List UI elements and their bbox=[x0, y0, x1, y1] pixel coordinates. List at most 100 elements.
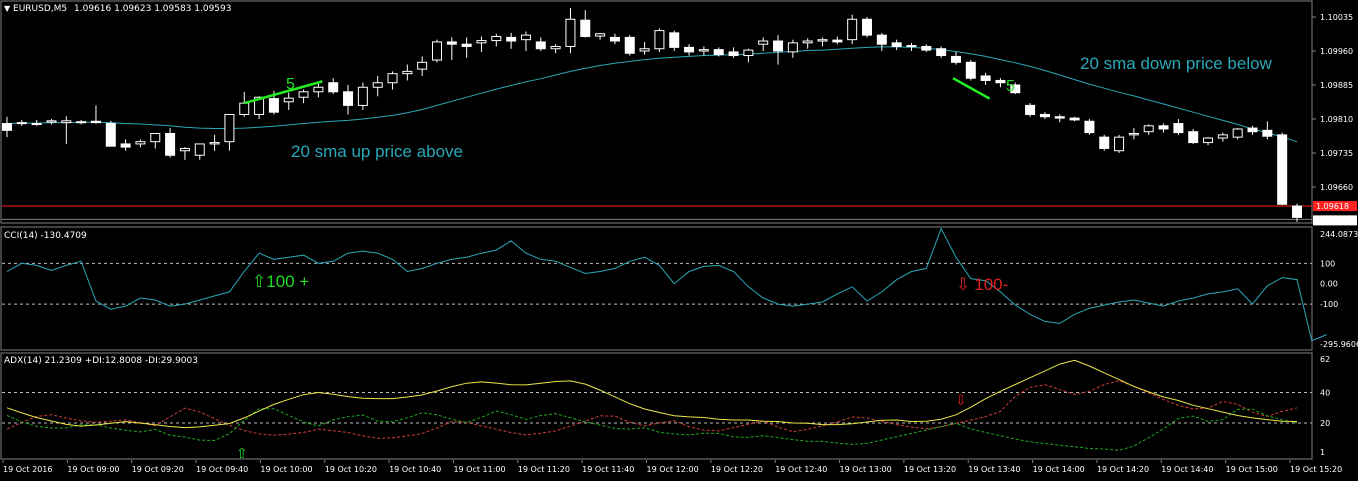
candle-body bbox=[1203, 137, 1214, 144]
candle-body bbox=[491, 35, 502, 42]
candle-body bbox=[313, 86, 324, 93]
time-tick-label: 19 Oct 13:40 bbox=[968, 465, 1020, 474]
adx-tick-label: 62 bbox=[1320, 355, 1330, 364]
candle-body bbox=[283, 97, 294, 103]
candle-body bbox=[1247, 127, 1258, 133]
cci-tick-label: -295.9606 bbox=[1320, 340, 1358, 349]
candle-body bbox=[343, 91, 354, 106]
time-tick-label: 19 Oct 11:40 bbox=[582, 465, 634, 474]
cci-up-annotation: ⇧100 + bbox=[252, 272, 309, 292]
candle-body bbox=[936, 48, 947, 57]
candle-body bbox=[46, 120, 57, 123]
candle-body bbox=[298, 91, 309, 98]
adx-line bbox=[6, 359, 1298, 429]
candle-body bbox=[357, 86, 368, 106]
candle-body bbox=[1232, 128, 1243, 138]
cci-title: CCI(14) -130.4709 bbox=[4, 231, 87, 241]
candle-body bbox=[1025, 104, 1036, 115]
candle-body bbox=[535, 41, 546, 50]
candle-body bbox=[995, 79, 1006, 84]
price-tick-label: 1.09960 bbox=[1320, 47, 1353, 56]
candle-body bbox=[31, 123, 42, 126]
time-tick-label: 19 Oct 13:00 bbox=[840, 465, 892, 474]
adx-tick-label: 40 bbox=[1320, 389, 1330, 398]
candle-body bbox=[476, 40, 487, 44]
candle-body bbox=[743, 49, 754, 57]
time-tick-label: 19 Oct 12:00 bbox=[647, 465, 699, 474]
outline-up-arrow-icon: ⇧ bbox=[252, 272, 267, 291]
candle-body bbox=[1277, 134, 1288, 205]
candle-body bbox=[847, 18, 858, 41]
candle-body bbox=[239, 102, 250, 115]
candle-body bbox=[402, 70, 413, 75]
time-tick-label: 19 Oct 15:00 bbox=[1226, 465, 1278, 474]
bid-price-label: 1.09618 bbox=[1316, 202, 1349, 211]
time-tick-label: 19 Oct 10:20 bbox=[325, 465, 377, 474]
menu-arrow-icon[interactable]: ▼ bbox=[4, 4, 10, 13]
candle-body bbox=[906, 45, 917, 48]
candle-body bbox=[876, 34, 887, 45]
candle-body bbox=[1039, 113, 1050, 118]
ohlc-values: 1.09616 1.09623 1.09583 1.09593 bbox=[74, 4, 232, 14]
candle-body bbox=[1084, 120, 1095, 134]
time-tick-label: 19 Oct 14:20 bbox=[1097, 465, 1149, 474]
candle-body bbox=[209, 142, 220, 145]
cci-down-text: 100- bbox=[974, 275, 1009, 294]
candle-body bbox=[328, 82, 339, 93]
cci-tick-label: -100 bbox=[1320, 300, 1338, 309]
last-price-label: 1.09593 bbox=[1316, 216, 1349, 225]
plus-di-line bbox=[6, 408, 1298, 451]
time-tick-label: 19 Oct 10:00 bbox=[260, 465, 312, 474]
sma-down-annotation: 20 sma down price below bbox=[1080, 54, 1272, 73]
symbol-header[interactable]: ▼ EURUSD,M5 1.09616 1.09623 1.09583 1.09… bbox=[4, 4, 231, 14]
candle-body bbox=[150, 133, 161, 143]
candle-body bbox=[965, 61, 976, 79]
candle-body bbox=[1262, 129, 1273, 137]
candle-body bbox=[773, 40, 784, 52]
candle-body bbox=[76, 121, 87, 124]
candle-body bbox=[728, 51, 739, 57]
adx-down-arrow-icon: ⇩ bbox=[955, 393, 967, 409]
candle-body bbox=[1173, 123, 1184, 134]
time-tick-label: 19 Oct 12:20 bbox=[711, 465, 763, 474]
candle-body bbox=[802, 40, 813, 44]
adx-panel-frame bbox=[0, 352, 1313, 460]
candle-body bbox=[16, 122, 27, 125]
candle-body bbox=[165, 133, 176, 156]
candle-body bbox=[1158, 125, 1169, 130]
price-tick-label: 1.09885 bbox=[1320, 81, 1353, 90]
candle-body bbox=[580, 19, 591, 37]
cci-tick-label: 100 bbox=[1320, 259, 1335, 268]
adx-tick-label: 1 bbox=[1320, 448, 1325, 457]
candle-body bbox=[817, 39, 828, 42]
up-trend-line bbox=[243, 80, 323, 105]
time-tick-label: 19 Oct 2016 bbox=[3, 465, 52, 474]
candle-body bbox=[862, 18, 872, 36]
time-tick-label: 19 Oct 09:00 bbox=[67, 465, 119, 474]
candle-body bbox=[224, 113, 235, 143]
candle-body bbox=[372, 82, 383, 88]
adx-up-arrow-icon: ⇧ bbox=[236, 446, 248, 462]
symbol-label: EURUSD,M5 bbox=[13, 4, 68, 14]
price-tick-label: 1.09735 bbox=[1320, 149, 1353, 158]
candle-body bbox=[1188, 131, 1199, 144]
time-tick-label: 19 Oct 11:00 bbox=[453, 465, 505, 474]
candle-body bbox=[550, 45, 561, 50]
candle-body bbox=[832, 39, 843, 43]
cci-panel-frame bbox=[0, 226, 1313, 351]
candle-body bbox=[446, 41, 457, 45]
candle-body bbox=[432, 41, 442, 61]
candle-body bbox=[698, 49, 709, 52]
candle-body bbox=[520, 34, 531, 41]
candle-body bbox=[1099, 136, 1110, 149]
cci-up-text: 100 + bbox=[266, 272, 310, 291]
candle-body bbox=[194, 143, 205, 156]
candle-body bbox=[268, 98, 279, 113]
time-tick-label: 19 Oct 11:20 bbox=[518, 465, 570, 474]
candle-body bbox=[120, 143, 131, 148]
price-tick-label: 1.09810 bbox=[1320, 115, 1353, 124]
cci-tick-label: 0.00 bbox=[1320, 280, 1338, 289]
price-tick-label: 1.09660 bbox=[1320, 183, 1353, 192]
time-tick-label: 19 Oct 12:40 bbox=[775, 465, 827, 474]
cci-down-annotation: ⇩ 100- bbox=[956, 275, 1008, 295]
